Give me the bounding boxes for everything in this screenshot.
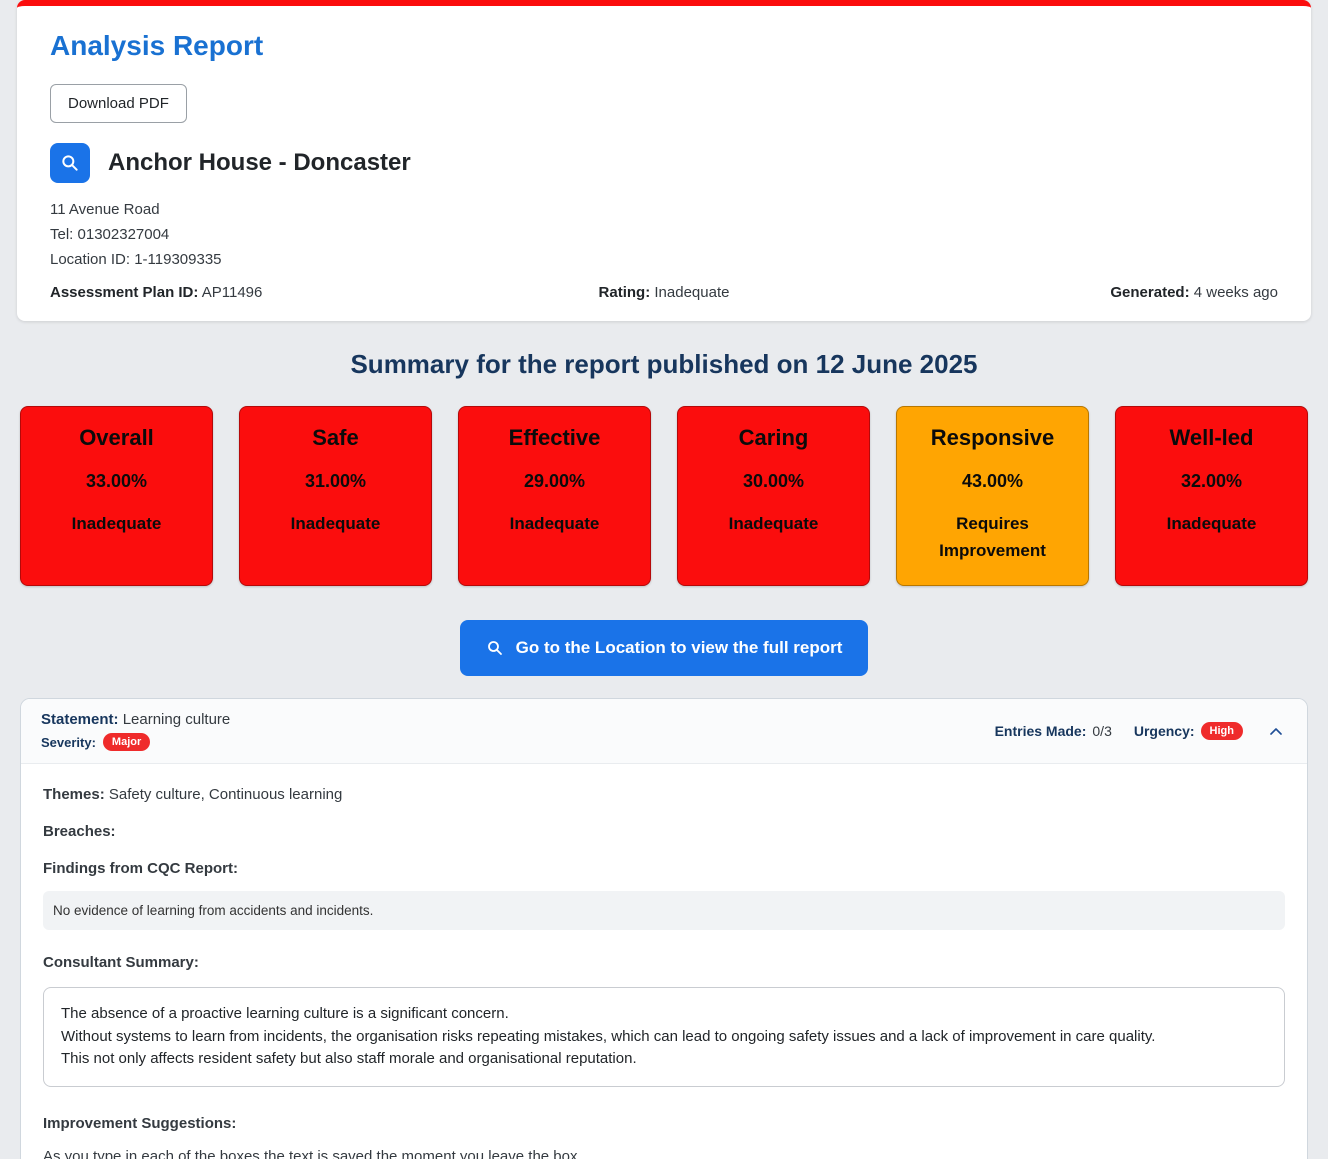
score-card-status: Inadequate xyxy=(459,510,650,537)
score-card-well-led: Well-led 32.00% Inadequate xyxy=(1115,406,1308,586)
improvement-suggestions-label: Improvement Suggestions: xyxy=(43,1115,236,1132)
statement-label: Statement: xyxy=(41,711,119,728)
score-card-value: 33.00% xyxy=(21,471,212,492)
score-card-caring: Caring 30.00% Inadequate xyxy=(677,406,870,586)
score-card-title: Caring xyxy=(678,425,869,451)
urgency-label: Urgency: xyxy=(1134,723,1195,739)
statement-card: Statement: Learning culture Severity: Ma… xyxy=(20,698,1308,1159)
consultant-summary-line: The absence of a proactive learning cult… xyxy=(61,1003,1267,1026)
score-card-title: Safe xyxy=(240,425,431,451)
go-to-location-button[interactable]: Go to the Location to view the full repo… xyxy=(460,620,869,676)
score-card-status: Requires Improvement xyxy=(897,510,1088,564)
score-card-title: Well-led xyxy=(1116,425,1307,451)
generated-label: Generated: xyxy=(1110,284,1189,301)
telephone-line: Tel: 01302327004 xyxy=(50,226,1278,243)
generated: Generated: 4 weeks ago xyxy=(869,284,1278,301)
score-card-title: Effective xyxy=(459,425,650,451)
rating: Rating: Inadequate xyxy=(459,284,868,301)
urgency-badge: High xyxy=(1201,722,1243,740)
severity-label: Severity: xyxy=(41,735,96,750)
page-title: Analysis Report xyxy=(50,30,1278,62)
score-card-safe: Safe 31.00% Inadequate xyxy=(239,406,432,586)
themes-label: Themes: xyxy=(43,786,105,803)
score-card-value: 29.00% xyxy=(459,471,650,492)
score-card-value: 43.00% xyxy=(897,471,1088,492)
score-card-status: Inadequate xyxy=(21,510,212,537)
themes-value: Safety culture, Continuous learning xyxy=(109,786,342,803)
assessment-plan-value: AP11496 xyxy=(202,284,263,301)
location-name: Anchor House - Doncaster xyxy=(108,149,411,177)
go-to-location-label: Go to the Location to view the full repo… xyxy=(516,638,843,658)
report-card: Analysis Report Download PDF Anchor Hous… xyxy=(17,0,1311,321)
score-card-value: 31.00% xyxy=(240,471,431,492)
score-card-title: Responsive xyxy=(897,425,1088,451)
rating-value: Inadequate xyxy=(654,284,729,301)
score-card-effective: Effective 29.00% Inadequate xyxy=(458,406,651,586)
entries-made-value: 0/3 xyxy=(1092,723,1111,739)
download-pdf-button[interactable]: Download PDF xyxy=(50,84,187,123)
score-card-title: Overall xyxy=(21,425,212,451)
score-card-value: 30.00% xyxy=(678,471,869,492)
score-card-status: Inadequate xyxy=(678,510,869,537)
consultant-summary-line: This not only affects resident safety bu… xyxy=(61,1048,1267,1071)
autosave-hint: As you type in each of the boxes the tex… xyxy=(43,1148,1285,1159)
assessment-plan-label: Assessment Plan ID: xyxy=(50,284,198,301)
findings-text: No evidence of learning from accidents a… xyxy=(43,891,1285,930)
collapse-section-button[interactable] xyxy=(1265,724,1287,739)
score-card-overall: Overall 33.00% Inadequate xyxy=(20,406,213,586)
location-id-line: Location ID: 1-119309335 xyxy=(50,251,1278,268)
entries-made-label: Entries Made: xyxy=(995,723,1087,739)
findings-label: Findings from CQC Report: xyxy=(43,860,238,877)
statement-header[interactable]: Statement: Learning culture Severity: Ma… xyxy=(21,699,1307,764)
assessment-plan-id: Assessment Plan ID: AP11496 xyxy=(50,284,459,301)
consultant-summary-line: Without systems to learn from incidents,… xyxy=(61,1026,1267,1049)
consultant-summary-box: The absence of a proactive learning cult… xyxy=(43,987,1285,1087)
summary-heading: Summary for the report published on 12 J… xyxy=(0,349,1328,380)
score-card-value: 32.00% xyxy=(1116,471,1307,492)
chevron-up-icon xyxy=(1265,724,1287,739)
statement-body: Themes: Safety culture, Continuous learn… xyxy=(21,764,1307,1159)
generated-value: 4 weeks ago xyxy=(1194,284,1278,301)
location-search-button[interactable] xyxy=(50,143,90,183)
search-icon xyxy=(60,153,80,173)
rating-label: Rating: xyxy=(599,284,651,301)
statement-value: Learning culture xyxy=(123,711,231,728)
breaches-label: Breaches: xyxy=(43,823,116,840)
score-card-status: Inadequate xyxy=(1116,510,1307,537)
severity-badge: Major xyxy=(103,733,150,751)
address-line: 11 Avenue Road xyxy=(50,201,1278,218)
search-icon xyxy=(486,639,504,657)
score-cards-row: Overall 33.00% Inadequate Safe 31.00% In… xyxy=(20,406,1308,586)
score-card-status: Inadequate xyxy=(240,510,431,537)
consultant-summary-label: Consultant Summary: xyxy=(43,954,199,971)
score-card-responsive: Responsive 43.00% Requires Improvement xyxy=(896,406,1089,586)
